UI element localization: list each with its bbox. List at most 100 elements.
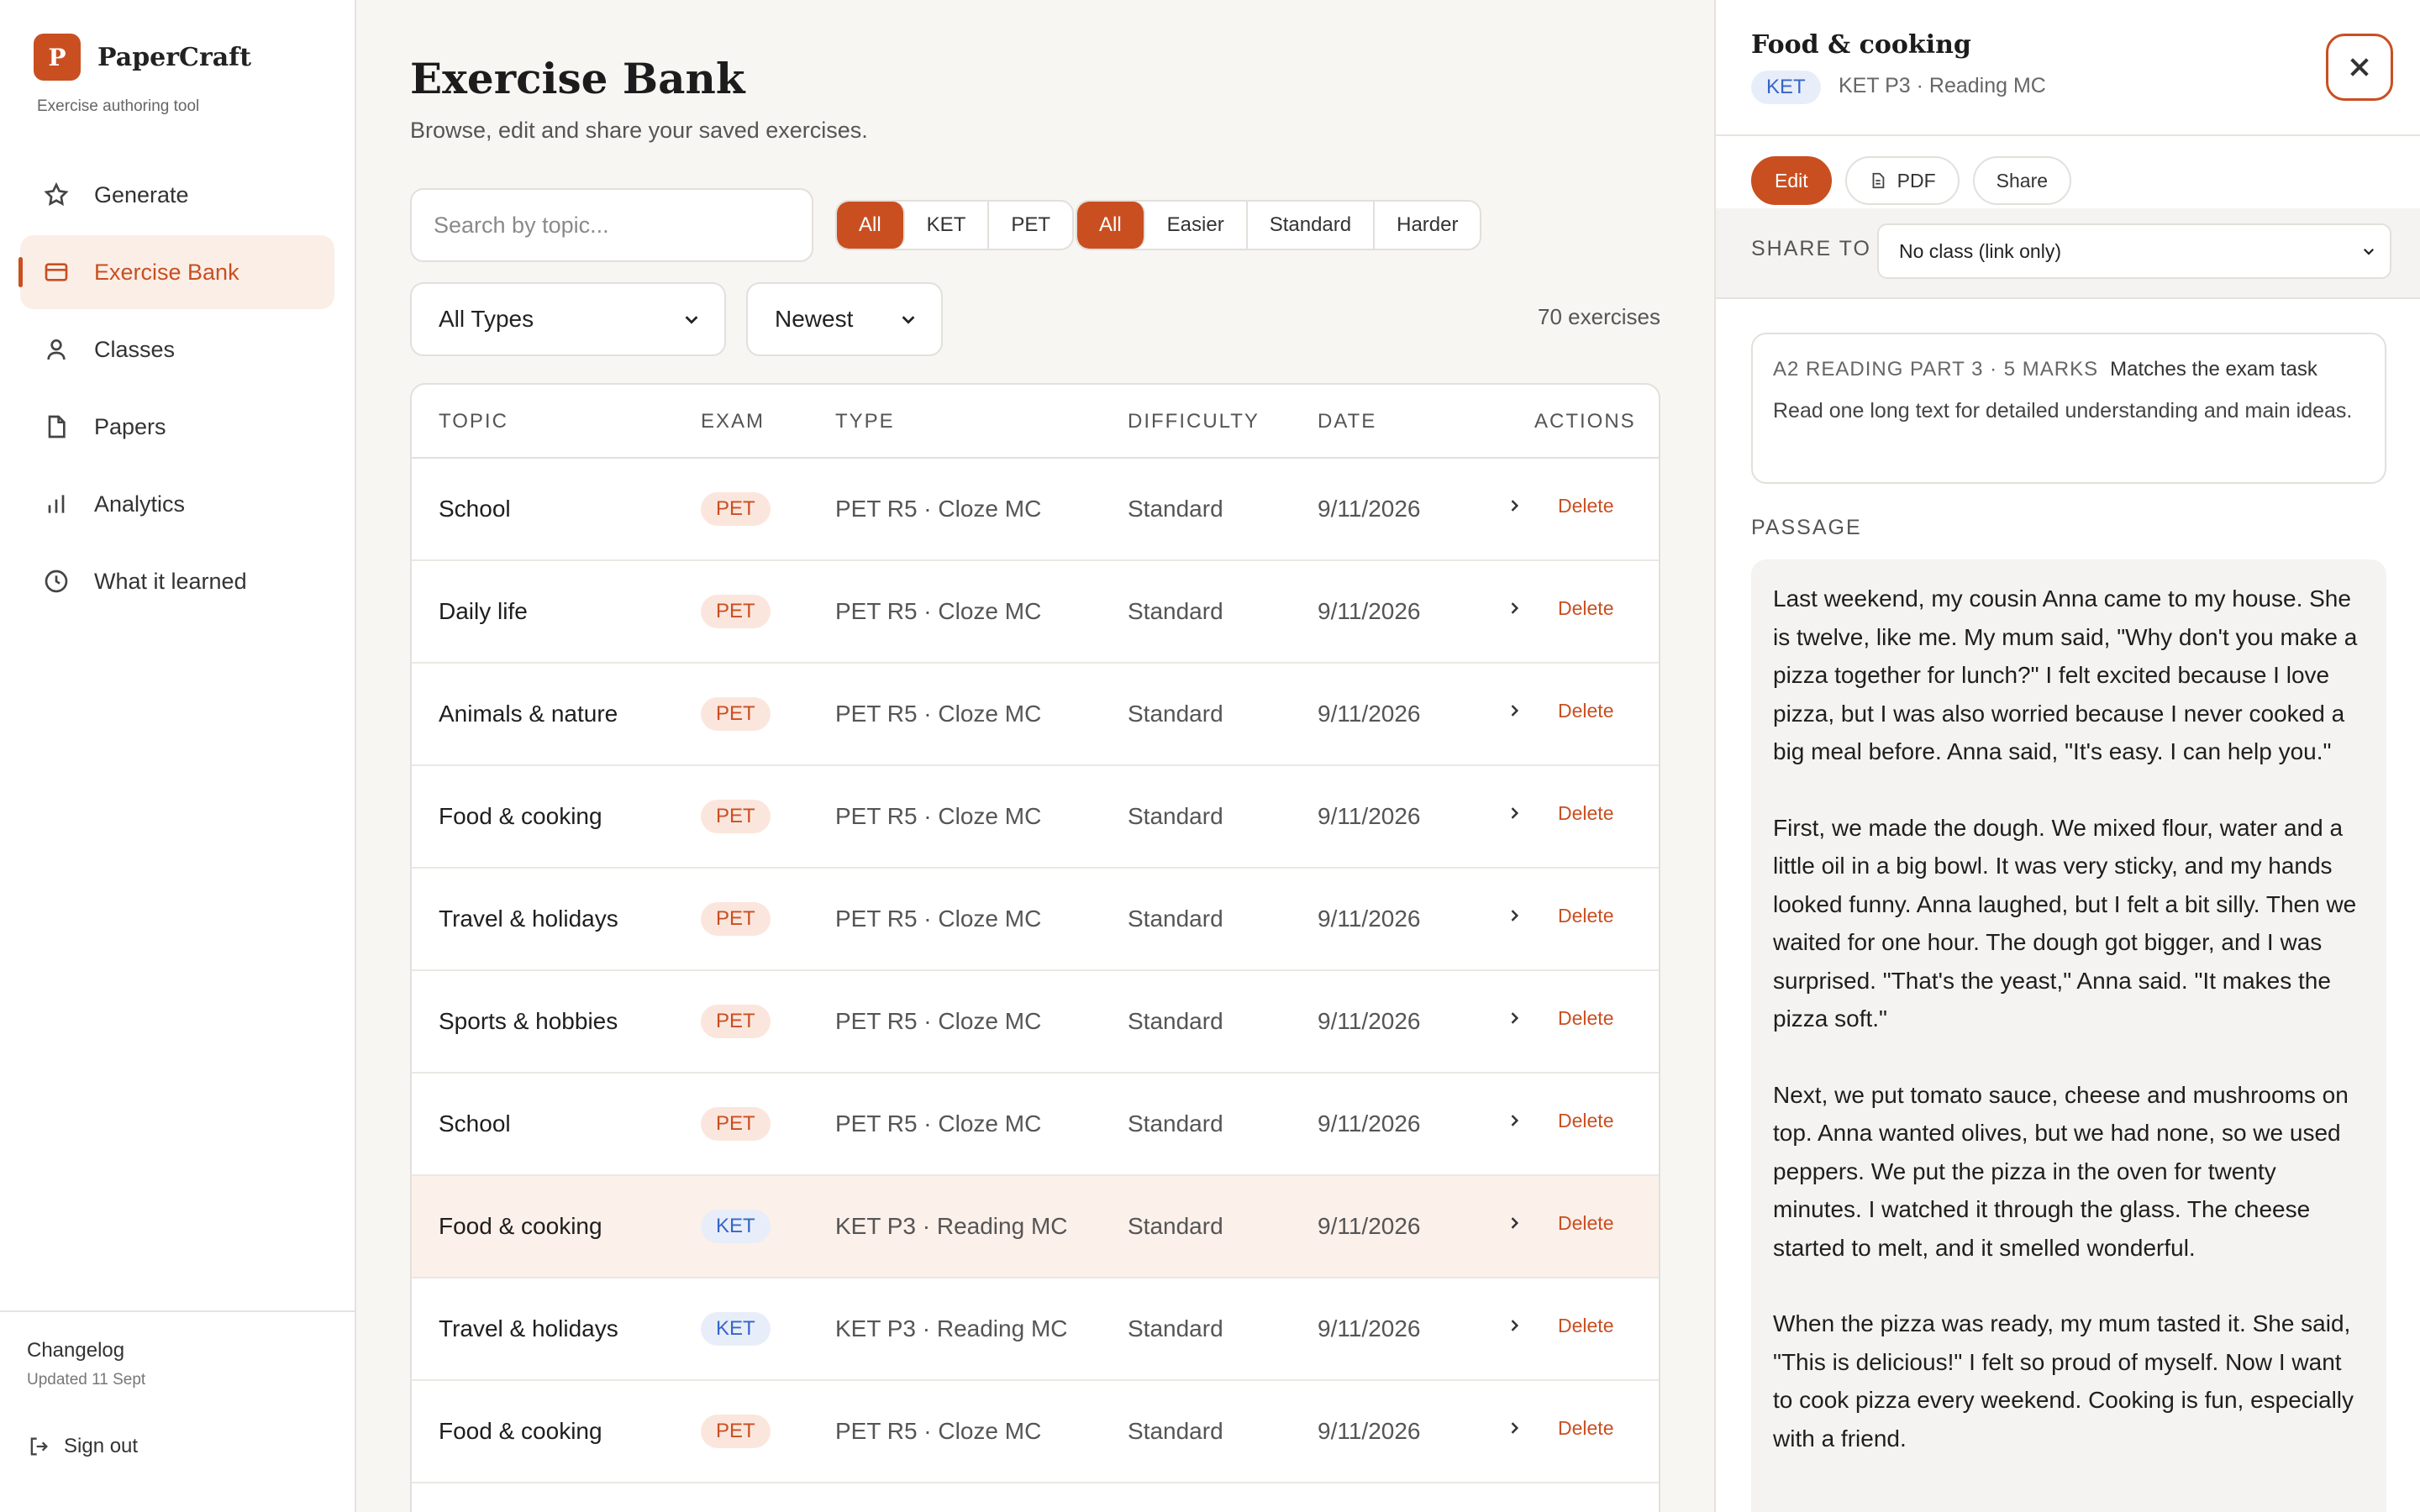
cell-exam: PET [701,664,771,764]
table-row[interactable]: School PET PET R5 · Cloze MC Standard 9/11/2… [412,1074,1659,1176]
drawer-divider [1716,134,2420,136]
cell-type: PET R5 · Cloze MC [835,1418,1042,1444]
delete-button[interactable]: Delete [1558,766,1613,860]
cell-date: 9/11/2026 [1318,701,1421,727]
table-row[interactable]: Sports & hobbies PET PET R5 · Cloze MC Stan… [412,971,1659,1074]
difficulty-filter-all[interactable]: All [1077,202,1145,249]
exercise-table: TOPIC EXAM TYPE DIFFICULTY DATE ACTIONS … [410,383,1660,1512]
column-header-type[interactable]: TYPE [835,410,895,433]
exam-filter-all[interactable]: All [837,202,905,249]
sidebar-item-papers[interactable]: Papers [20,390,334,464]
cell-difficulty: Standard [1128,598,1223,624]
chevron-right-icon [1511,1320,1519,1331]
cell-difficulty: Standard [1128,1213,1223,1239]
open-row-button[interactable] [1506,869,1523,963]
table-row[interactable]: School PET PET R5 · Cloze MC Standard 9/11/2… [412,459,1659,561]
cell-type: PET R5 · Cloze MC [835,496,1042,522]
sidebar-item-classes[interactable]: Classes [20,312,334,386]
open-row-button[interactable] [1506,561,1523,655]
close-drawer-button[interactable] [2326,34,2393,101]
brand-tagline: Exercise authoring tool [37,97,200,115]
delete-button[interactable]: Delete [1558,561,1613,655]
edit-button[interactable]: Edit [1751,156,1832,205]
delete-button[interactable]: Delete [1558,869,1613,963]
delete-button[interactable]: Delete [1558,1381,1613,1475]
pdf-button[interactable]: PDF [1844,156,1960,205]
cell-difficulty: Standard [1128,1008,1223,1034]
delete-button[interactable]: Delete [1558,1176,1613,1270]
cell-topic: Sports & hobbies [439,1008,618,1034]
exam-badge: PET [701,800,771,833]
table-row[interactable]: Travel & holidays KET KET P3 · Reading MC S… [412,1278,1659,1381]
share-to-select[interactable]: No class (link only) [1877,223,2391,279]
open-row-button[interactable] [1506,971,1523,1065]
exam-filter-ket[interactable]: KET [905,202,990,249]
sidebar-item-analytics[interactable]: Analytics [20,467,334,541]
table-row[interactable]: Daily life PET PET R5 · Cloze MC Standard 9/… [412,561,1659,664]
open-row-button[interactable] [1506,459,1523,553]
share-to-value: No class (link only) [1899,239,2061,262]
changelog-link[interactable]: Changelog [27,1339,124,1362]
chevron-right-icon [1511,1115,1519,1126]
table-row[interactable]: Food & cooking PET PET R5 · Cloze MC Standa… [412,1381,1659,1483]
sidebar-item-what-it-learned[interactable]: What it learned [20,544,334,618]
sidebar-item-label: Classes [94,336,176,362]
table-row[interactable]: Food & cooking PET PET R5 · Cloze MC Standa… [412,766,1659,869]
cell-topic: Food & cooking [439,1418,602,1444]
open-row-button[interactable] [1506,1483,1523,1512]
chevron-right-icon [1511,807,1519,819]
column-header-date[interactable]: DATE [1318,410,1376,433]
cell-exam: PET [701,1074,771,1174]
delete-button[interactable]: Delete [1558,1278,1613,1373]
type-select-value: All Types [439,306,534,332]
share-button[interactable]: Share [1972,156,2072,205]
chevron-right-icon [1511,1012,1519,1024]
brand[interactable]: P PaperCraft [34,34,251,81]
document-icon [1872,172,1884,189]
open-row-button[interactable] [1506,1278,1523,1373]
delete-button[interactable]: Delete [1558,971,1613,1065]
open-row-button[interactable] [1506,1176,1523,1270]
open-row-button[interactable] [1506,1381,1523,1475]
open-row-button[interactable] [1506,1074,1523,1168]
delete-button[interactable]: Delete [1558,459,1613,553]
search-input[interactable] [410,188,813,262]
open-row-button[interactable] [1506,664,1523,758]
column-header-difficulty[interactable]: DIFFICULTY [1128,410,1260,433]
exam-filter-pet[interactable]: PET [989,202,1072,249]
cell-date: 9/11/2026 [1318,496,1421,522]
cell-exam: PET [701,1381,771,1482]
column-header-exam[interactable]: EXAM [701,410,765,433]
table-row[interactable]: Animals & nature PET PET R5 · Cloze MC Stan… [412,664,1659,766]
type-select[interactable]: All Types [410,282,726,356]
delete-button[interactable]: Delete [1558,664,1613,758]
passage-paragraph: When the pizza was ready, my mum tasted … [1773,1310,2354,1452]
passage-paragraph: Last weekend, my cousin Anna came to my … [1773,585,2358,764]
brand-logo: P [34,34,81,81]
difficulty-filter-harder[interactable]: Harder [1375,202,1480,249]
sort-select[interactable]: Newest [746,282,943,356]
table-row[interactable]: Food & cooking KET KET P3 · Reading MC Stan… [412,1176,1659,1278]
sign-out-button[interactable]: Sign out [27,1435,138,1458]
changelog-updated: Updated 11 Sept [27,1371,146,1389]
sidebar-nav: Generate Exercise Bank Classes Papers An… [18,158,334,622]
brand-name: PaperCraft [97,42,251,72]
table-row[interactable]: Travel & holidays PET PET R5 · Cloze MC Sta… [412,869,1659,971]
chevron-right-icon [1511,705,1519,717]
share-to-bar: SHARE TO No class (link only) [1716,208,2420,299]
difficulty-filter-easier[interactable]: Easier [1145,202,1248,249]
difficulty-filter-standard[interactable]: Standard [1248,202,1376,249]
sidebar-item-generate[interactable]: Generate [20,158,334,232]
share-to-label: SHARE TO [1751,237,1871,260]
cell-difficulty: Standard [1128,1315,1223,1341]
delete-button[interactable]: Delete [1558,1074,1613,1168]
sidebar-item-exercise-bank[interactable]: Exercise Bank [18,235,334,309]
drawer-meta: KET P3 · Reading MC [1839,74,2046,97]
cell-type: PET R5 · Cloze MC [835,598,1042,624]
delete-button[interactable]: Delete [1558,1483,1613,1512]
sidebar: P PaperCraft Exercise authoring tool Gen… [0,0,356,1512]
cell-topic: Daily life [439,598,528,624]
table-row[interactable]: Travel & holidays PET PET R5 · Cloze MC Sta… [412,1483,1659,1512]
open-row-button[interactable] [1506,766,1523,860]
column-header-topic[interactable]: TOPIC [439,410,508,433]
